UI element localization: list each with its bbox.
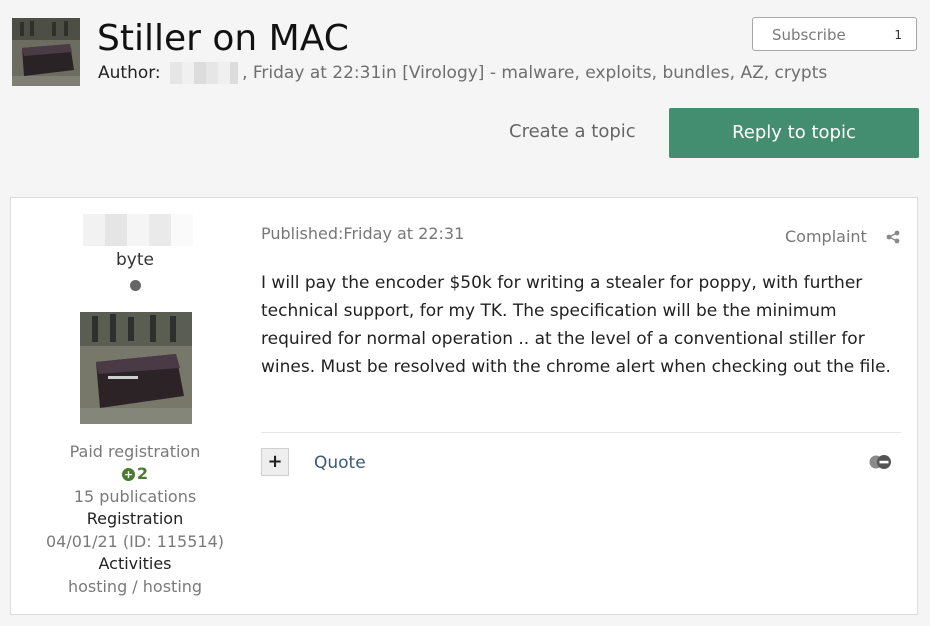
topic-author-avatar[interactable]	[12, 18, 80, 86]
registration-value: 04/01/21 (ID: 115514)	[45, 532, 225, 551]
author-name-redacted[interactable]	[170, 62, 239, 84]
activities-label: Activities	[98, 554, 172, 573]
online-status-dot	[130, 280, 141, 291]
subscribe-button[interactable]: Subscribe 1	[752, 17, 917, 51]
subscribe-label: Subscribe	[772, 26, 846, 44]
complaint-link[interactable]: Complaint	[785, 227, 867, 246]
share-icon[interactable]	[886, 230, 900, 244]
post-author-name-redacted[interactable]	[83, 214, 193, 246]
post-published-date[interactable]: Published:Friday at 22:31	[261, 224, 464, 243]
author-avatar[interactable]	[80, 312, 192, 424]
post-divider	[261, 432, 901, 433]
topic-title: Stiller on MAC	[97, 18, 349, 59]
subscriber-count: 1	[894, 28, 902, 42]
author-rank: byte	[116, 250, 154, 270]
quote-button[interactable]: Quote	[314, 453, 366, 473]
activities-value: hosting / hosting	[67, 577, 203, 596]
author-label: Author:	[98, 63, 161, 83]
reply-to-topic-button[interactable]: Reply to topic	[669, 108, 919, 158]
moderation-icon[interactable]	[868, 454, 894, 470]
multiquote-plus-button[interactable]: +	[261, 448, 289, 476]
topic-meta-details: , Friday at 22:31in [Virology] - malware…	[242, 63, 828, 83]
author-group: Paid registration	[69, 442, 201, 461]
post-author-column: byte Paid registration +2 15 publication…	[11, 198, 259, 614]
post-card: byte Paid registration +2 15 publication…	[10, 197, 918, 615]
reputation-plus-icon: +	[121, 468, 135, 481]
post-body: I will pay the encoder $50k for writing …	[261, 273, 891, 377]
topic-meta: Author: , Friday at 22:31in [Virology] -…	[98, 62, 827, 84]
author-publications[interactable]: 15 publications	[11, 486, 259, 508]
registration-label: Registration	[86, 509, 184, 528]
create-topic-button[interactable]: Create a topic	[509, 121, 636, 142]
reputation-value: 2	[136, 464, 149, 483]
author-reputation: +2	[11, 463, 259, 485]
